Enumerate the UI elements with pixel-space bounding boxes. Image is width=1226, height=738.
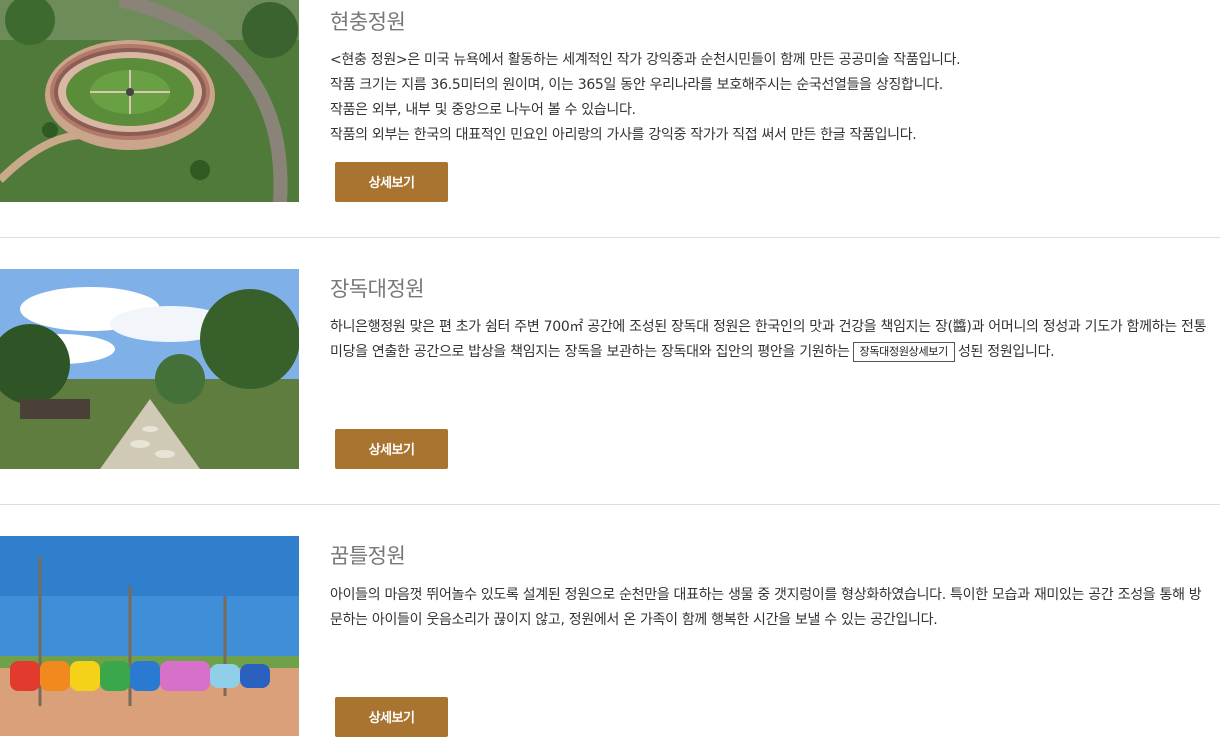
garden-description: 아이들의 마음껏 뛰어놀수 있도록 설계된 정원으로 순천만을 대표하는 생물 … [330,587,1202,628]
description-line: <현충 정원>은 미국 뉴욕에서 활동하는 세계적인 작가 강익중과 순천시민들… [330,52,961,68]
description-line: 작품의 외부는 한국의 대표적인 민요인 아리랑의 가사를 강익중 작가가 직접… [330,127,917,143]
description-text: 성된 정원입니다. [957,344,1055,360]
garden-title: 꿈틀정원 [330,544,406,568]
garden-description: <현충 정원>은 미국 뉴욕에서 활동하는 세계적인 작가 강익중과 순천시민들… [330,48,1210,148]
separator [0,504,1220,505]
detail-button[interactable]: 상세보기 [335,429,448,469]
description-text: 하니은행정원 맞은 편 초가 쉼터 주변 700㎡ 공간에 조성된 장독대 정원… [330,319,1207,360]
garden-title: 장독대정원 [330,277,425,301]
garden-title: 현충정원 [330,10,406,34]
detail-tooltip: 장독대정원상세보기 [852,342,955,362]
garden-image-hyeonchung[interactable] [0,0,299,202]
detail-button[interactable]: 상세보기 [335,697,448,737]
garden-image-kkumteul[interactable] [0,536,299,736]
separator [0,237,1220,238]
description-line: 작품은 외부, 내부 및 중앙으로 나누어 볼 수 있습니다. [330,102,636,118]
garden-description: 하니은행정원 맞은 편 초가 쉼터 주변 700㎡ 공간에 조성된 장독대 정원… [330,315,1208,365]
description-line: 작품 크기는 지름 36.5미터의 원이며, 이는 365일 동안 우리나라를 … [330,77,943,93]
garden-image-jangdokdae[interactable] [0,269,299,469]
detail-button[interactable]: 상세보기 [335,162,448,202]
